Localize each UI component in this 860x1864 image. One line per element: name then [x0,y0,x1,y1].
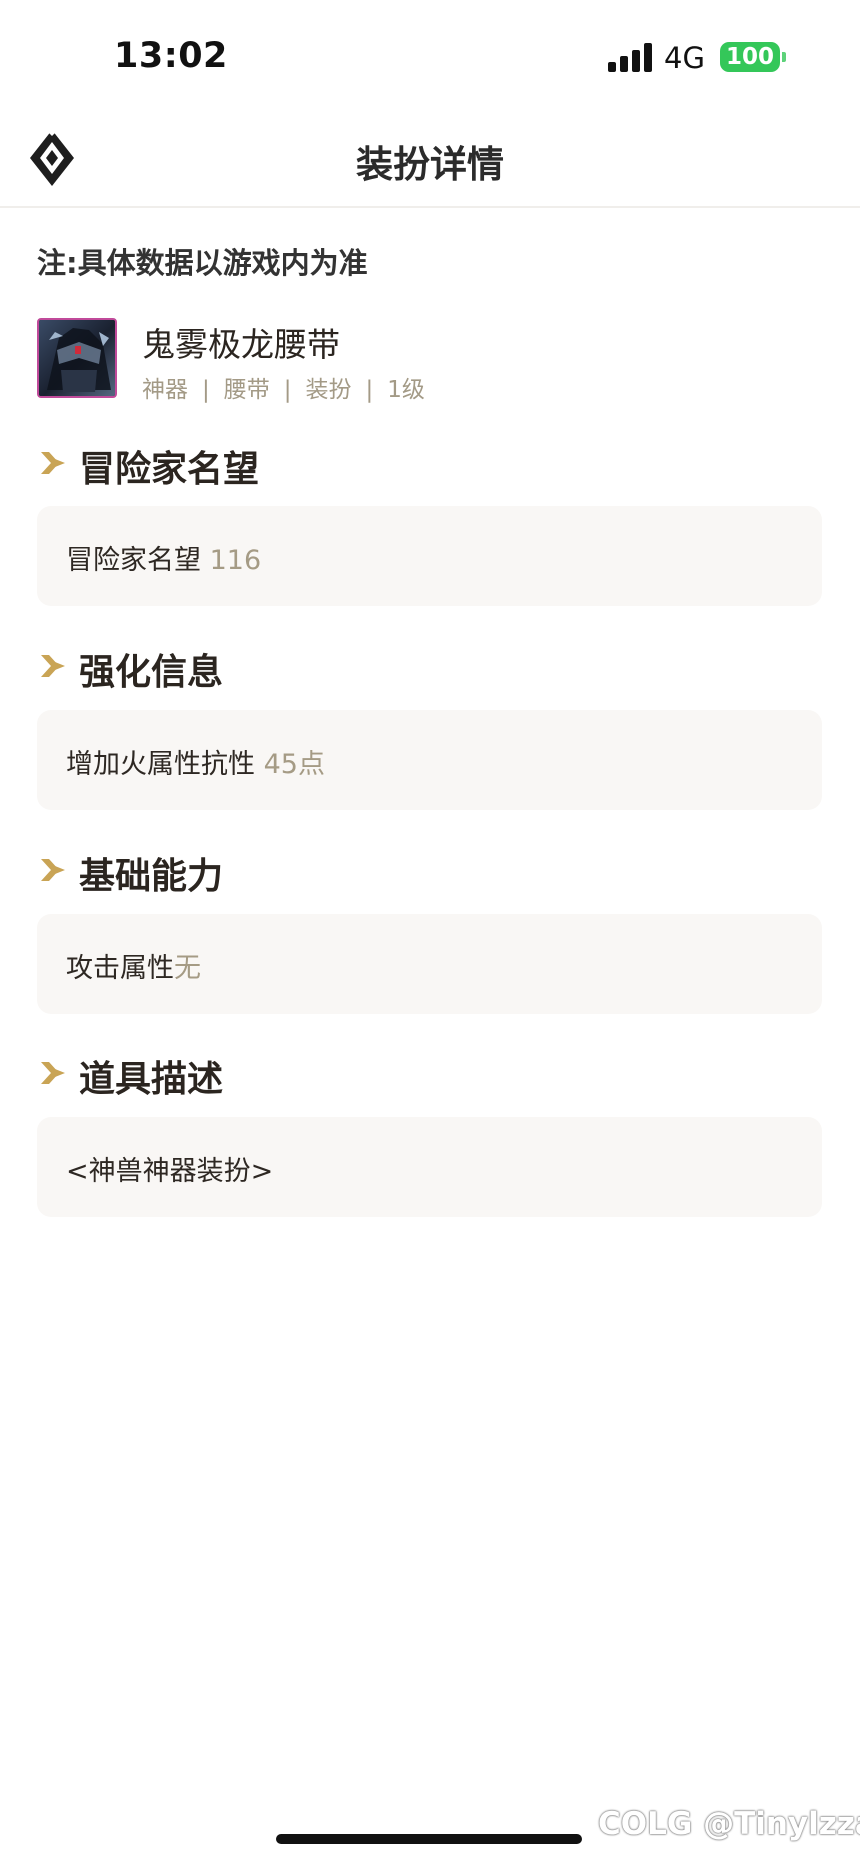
info-card-description: <神兽神器装扮> [37,1117,822,1217]
info-value: 116 [209,545,262,576]
nav-bar: 装扮详情 [0,104,860,208]
info-text: 攻击属性无 [66,946,201,985]
page-title: 装扮详情 [356,143,504,186]
watermark: COLG @Tinylzzar [598,1806,860,1842]
info-card-enhancement: 增加火属性抗性 45点 [37,710,822,810]
info-text: <神兽神器装扮> [66,1149,273,1188]
section-label: 强化信息 [79,652,224,693]
arrow-right-icon [41,655,65,677]
info-card-reputation: 冒险家名望 116 [37,506,822,606]
item-tag: 神器 [142,377,188,403]
info-text: 冒险家名望 116 [66,538,261,577]
item-name: 鬼雾极龙腰带 [142,325,340,364]
item-tag: 腰带 [223,377,270,403]
info-label: 增加火属性抗性 [66,749,264,780]
arrow-right-icon [41,859,65,881]
section-label: 冒险家名望 [79,449,260,490]
home-indicator[interactable] [276,1834,582,1844]
section-label: 道具描述 [79,1059,224,1100]
info-label: 攻击属性 [66,953,174,984]
signal-icon [608,42,654,72]
item-thumbnail [37,318,117,398]
battery-icon: 100 [720,42,786,72]
item-tag: 装扮 [305,377,352,403]
item-header: 鬼雾极龙腰带 神器 | 腰带 | 装扮 | 1级 [37,318,827,403]
status-time: 13:02 [114,36,228,76]
network-label: 4G [664,41,705,75]
info-label: 冒险家名望 [66,545,210,576]
item-tags: 神器 | 腰带 | 装扮 | 1级 [142,377,425,403]
status-bar: 13:02 4G 100 [0,0,860,104]
arrow-right-icon [41,1062,65,1084]
info-value: 45点 [263,749,325,780]
arrow-right-icon [41,452,65,474]
info-text: 增加火属性抗性 45点 [66,742,325,781]
item-tag: 1级 [387,377,425,403]
battery-level: 100 [725,44,774,70]
data-notice: 注:具体数据以游戏内为准 [37,246,368,280]
info-label: <神兽神器装扮> [66,1156,274,1187]
section-label: 基础能力 [79,856,224,897]
info-card-basic-ability: 攻击属性无 [37,914,822,1014]
info-value: 无 [174,953,201,984]
